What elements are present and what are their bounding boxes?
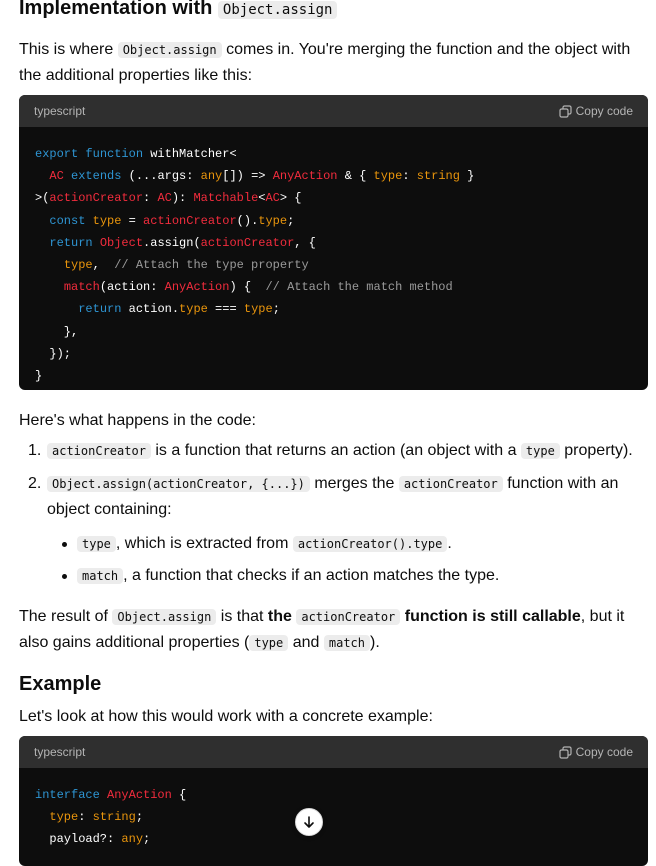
example-lead: Let's look at how this would work with a… xyxy=(19,708,433,725)
inline-code: type xyxy=(249,635,289,651)
bullet xyxy=(62,574,67,579)
copy-code-button[interactable]: Copy code xyxy=(559,104,633,118)
explain-lead: Here's what happens in the code: xyxy=(19,412,256,429)
list-item: 1. actionCreator is a function that retu… xyxy=(28,442,633,459)
inline-code: actionCreator xyxy=(398,476,503,492)
inline-code: type xyxy=(520,443,560,459)
inline-code: actionCreator xyxy=(296,609,401,625)
code-content: export function withMatcher< AC extends … xyxy=(19,127,648,390)
inline-code: actionCreator().type xyxy=(292,536,448,552)
scroll-to-bottom-button[interactable] xyxy=(295,808,323,836)
copy-code-button[interactable]: Copy code xyxy=(559,745,633,759)
copy-icon xyxy=(559,104,572,118)
inline-code: Object.assign(actionCreator, {...}) xyxy=(47,476,310,492)
inline-code: match xyxy=(77,568,124,584)
example-heading: Example xyxy=(19,673,102,695)
code-language-label: typescript xyxy=(34,104,86,118)
inline-code: match xyxy=(323,635,370,651)
intro-paragraph: This is where Object.assign comes in. Yo… xyxy=(19,41,631,84)
inline-code: type xyxy=(77,536,116,552)
inline-code: actionCreator xyxy=(47,443,151,459)
sub-list-item: match, a function that checks if an acti… xyxy=(62,563,648,589)
arrow-down-icon xyxy=(304,816,314,828)
code-block: typescript Copy code interface AnyAction… xyxy=(19,736,648,866)
code-text: interface AnyAction { type: string; payl… xyxy=(35,788,187,847)
code-block-header: typescript Copy code xyxy=(19,736,648,768)
list-item: 2. Object.assign(actionCreator, {...}) m… xyxy=(28,475,619,518)
section-heading: Implementation with Object.assign xyxy=(19,0,338,24)
code-language-label: typescript xyxy=(34,745,86,759)
sub-list-item: type, which is extracted from actionCrea… xyxy=(62,531,648,557)
inline-code: Object.assign xyxy=(117,42,222,58)
inline-code: Object.assign xyxy=(112,609,217,625)
code-text: export function withMatcher< AC extends … xyxy=(35,147,475,384)
code-block-header: typescript Copy code xyxy=(19,95,648,127)
inline-code: Object.assign xyxy=(217,1,338,19)
result-paragraph: The result of Object.assign is that the … xyxy=(19,608,625,651)
code-content: interface AnyAction { type: string; payl… xyxy=(19,768,648,865)
bullet xyxy=(62,542,67,547)
code-block: typescript Copy code export function wit… xyxy=(19,95,648,390)
copy-icon xyxy=(559,745,572,759)
